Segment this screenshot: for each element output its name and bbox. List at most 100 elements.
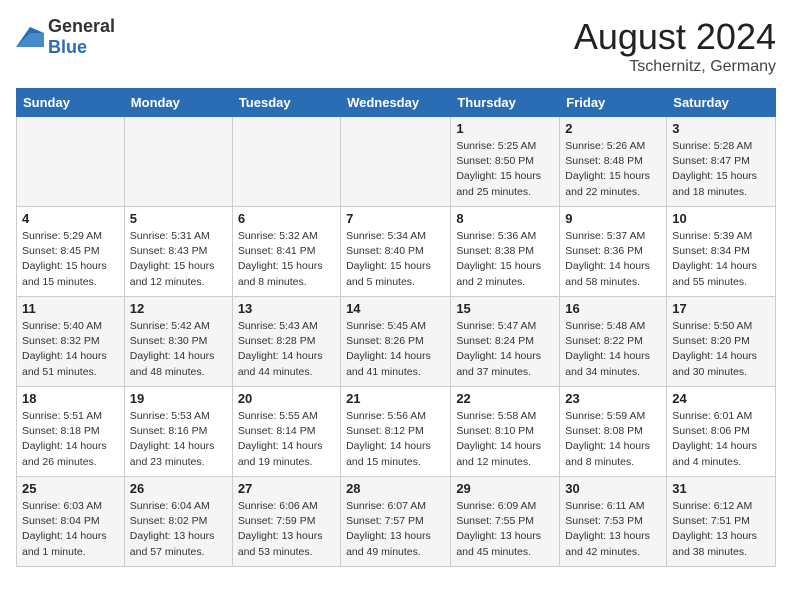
day-info: Sunrise: 5:59 AM Sunset: 8:08 PM Dayligh… [565,409,661,470]
logo-blue: Blue [48,37,87,57]
day-cell: 16 Sunrise: 5:48 AM Sunset: 8:22 PM Dayli… [560,297,667,387]
day-info: Sunrise: 5:40 AM Sunset: 8:32 PM Dayligh… [22,319,119,380]
day-info: Sunrise: 6:04 AM Sunset: 8:02 PM Dayligh… [130,499,227,560]
day-info: Sunrise: 6:03 AM Sunset: 8:04 PM Dayligh… [22,499,119,560]
location: Tschernitz, Germany [574,58,776,76]
day-info: Sunrise: 5:48 AM Sunset: 8:22 PM Dayligh… [565,319,661,380]
month-year: August 2024 [574,16,776,58]
day-cell: 7Sunrise: 5:34 AM Sunset: 8:40 PM Daylig… [341,207,451,297]
day-cell: 19Sunrise: 5:53 AM Sunset: 8:16 PM Dayli… [124,387,232,477]
day-info: Sunrise: 6:06 AM Sunset: 7:59 PM Dayligh… [238,499,335,560]
logo: General Blue [16,16,115,58]
day-info: Sunrise: 5:31 AM Sunset: 8:43 PM Dayligh… [130,229,227,290]
header-sunday: Sunday [17,89,125,117]
day-info: Sunrise: 5:25 AM Sunset: 8:50 PM Dayligh… [456,139,554,200]
day-cell: 4 Sunrise: 5:29 AM Sunset: 8:45 PM Daylig… [17,207,125,297]
day-info: Sunrise: 5:58 AM Sunset: 8:10 PM Dayligh… [456,409,554,470]
day-cell: 22 Sunrise: 5:58 AM Sunset: 8:10 PM Dayli… [451,387,560,477]
day-cell: 13Sunrise: 5:43 AM Sunset: 8:28 PM Dayli… [232,297,340,387]
title-area: August 2024 Tschernitz, Germany [574,16,776,76]
day-number: 13 [238,301,335,316]
day-cell: 18 Sunrise: 5:51 AM Sunset: 8:18 PM Dayli… [17,387,125,477]
logo-general: General [48,16,115,36]
calendar-header-row: SundayMondayTuesdayWednesdayThursdayFrid… [17,89,776,117]
day-number: 26 [130,481,227,496]
day-cell: 29Sunrise: 6:09 AM Sunset: 7:55 PM Dayli… [451,477,560,567]
day-number: 2 [565,121,661,136]
day-cell: 3 Sunrise: 5:28 AM Sunset: 8:47 PM Daylig… [667,117,776,207]
week-row-4: 18 Sunrise: 5:51 AM Sunset: 8:18 PM Dayli… [17,387,776,477]
day-info: Sunrise: 5:55 AM Sunset: 8:14 PM Dayligh… [238,409,335,470]
day-info: Sunrise: 5:42 AM Sunset: 8:30 PM Dayligh… [130,319,227,380]
day-info: Sunrise: 5:28 AM Sunset: 8:47 PM Dayligh… [672,139,770,200]
day-number: 25 [22,481,119,496]
day-number: 14 [346,301,445,316]
day-cell: 15 Sunrise: 5:47 AM Sunset: 8:24 PM Dayli… [451,297,560,387]
day-info: Sunrise: 5:36 AM Sunset: 8:38 PM Dayligh… [456,229,554,290]
day-cell: 5 Sunrise: 5:31 AM Sunset: 8:43 PM Daylig… [124,207,232,297]
day-info: Sunrise: 6:11 AM Sunset: 7:53 PM Dayligh… [565,499,661,560]
day-cell: 21 Sunrise: 5:56 AM Sunset: 8:12 PM Dayli… [341,387,451,477]
day-number: 31 [672,481,770,496]
week-row-2: 4 Sunrise: 5:29 AM Sunset: 8:45 PM Daylig… [17,207,776,297]
day-cell: 8 Sunrise: 5:36 AM Sunset: 8:38 PM Daylig… [451,207,560,297]
day-info: Sunrise: 5:26 AM Sunset: 8:48 PM Dayligh… [565,139,661,200]
day-number: 28 [346,481,445,496]
day-info: Sunrise: 5:29 AM Sunset: 8:45 PM Dayligh… [22,229,119,290]
header-friday: Friday [560,89,667,117]
day-cell: 14Sunrise: 5:45 AM Sunset: 8:26 PM Dayli… [341,297,451,387]
day-number: 3 [672,121,770,136]
day-info: Sunrise: 6:12 AM Sunset: 7:51 PM Dayligh… [672,499,770,560]
day-number: 1 [456,121,554,136]
day-cell: 20Sunrise: 5:55 AM Sunset: 8:14 PM Dayli… [232,387,340,477]
day-number: 7 [346,211,445,226]
header: General Blue August 2024 Tschernitz, Ger… [16,16,776,76]
day-cell: 24Sunrise: 6:01 AM Sunset: 8:06 PM Dayli… [667,387,776,477]
day-cell: 31 Sunrise: 6:12 AM Sunset: 7:51 PM Dayli… [667,477,776,567]
day-cell: 2 Sunrise: 5:26 AM Sunset: 8:48 PM Daylig… [560,117,667,207]
day-cell: 12 Sunrise: 5:42 AM Sunset: 8:30 PM Dayli… [124,297,232,387]
day-number: 10 [672,211,770,226]
header-saturday: Saturday [667,89,776,117]
day-cell: 11 Sunrise: 5:40 AM Sunset: 8:32 PM Dayli… [17,297,125,387]
day-number: 5 [130,211,227,226]
day-number: 15 [456,301,554,316]
day-cell [341,117,451,207]
day-cell: 17Sunrise: 5:50 AM Sunset: 8:20 PM Dayli… [667,297,776,387]
header-wednesday: Wednesday [341,89,451,117]
day-number: 4 [22,211,119,226]
day-cell: 27Sunrise: 6:06 AM Sunset: 7:59 PM Dayli… [232,477,340,567]
day-number: 16 [565,301,661,316]
day-number: 19 [130,391,227,406]
day-cell [17,117,125,207]
header-thursday: Thursday [451,89,560,117]
day-number: 17 [672,301,770,316]
day-number: 23 [565,391,661,406]
day-info: Sunrise: 5:51 AM Sunset: 8:18 PM Dayligh… [22,409,119,470]
day-cell: 23 Sunrise: 5:59 AM Sunset: 8:08 PM Dayli… [560,387,667,477]
week-row-1: 1 Sunrise: 5:25 AM Sunset: 8:50 PM Daylig… [17,117,776,207]
day-info: Sunrise: 6:09 AM Sunset: 7:55 PM Dayligh… [456,499,554,560]
week-row-5: 25 Sunrise: 6:03 AM Sunset: 8:04 PM Dayli… [17,477,776,567]
logo-icon [16,27,44,47]
day-number: 18 [22,391,119,406]
day-cell: 9 Sunrise: 5:37 AM Sunset: 8:36 PM Daylig… [560,207,667,297]
day-cell [124,117,232,207]
header-tuesday: Tuesday [232,89,340,117]
day-number: 8 [456,211,554,226]
day-cell: 25 Sunrise: 6:03 AM Sunset: 8:04 PM Dayli… [17,477,125,567]
day-info: Sunrise: 5:47 AM Sunset: 8:24 PM Dayligh… [456,319,554,380]
day-number: 22 [456,391,554,406]
day-number: 11 [22,301,119,316]
day-info: Sunrise: 5:39 AM Sunset: 8:34 PM Dayligh… [672,229,770,290]
week-row-3: 11 Sunrise: 5:40 AM Sunset: 8:32 PM Dayli… [17,297,776,387]
day-number: 21 [346,391,445,406]
day-info: Sunrise: 6:07 AM Sunset: 7:57 PM Dayligh… [346,499,445,560]
day-info: Sunrise: 5:37 AM Sunset: 8:36 PM Dayligh… [565,229,661,290]
day-number: 9 [565,211,661,226]
day-cell: 10 Sunrise: 5:39 AM Sunset: 8:34 PM Dayli… [667,207,776,297]
day-info: Sunrise: 5:56 AM Sunset: 8:12 PM Dayligh… [346,409,445,470]
day-number: 6 [238,211,335,226]
day-number: 12 [130,301,227,316]
day-cell: 28 Sunrise: 6:07 AM Sunset: 7:57 PM Dayli… [341,477,451,567]
